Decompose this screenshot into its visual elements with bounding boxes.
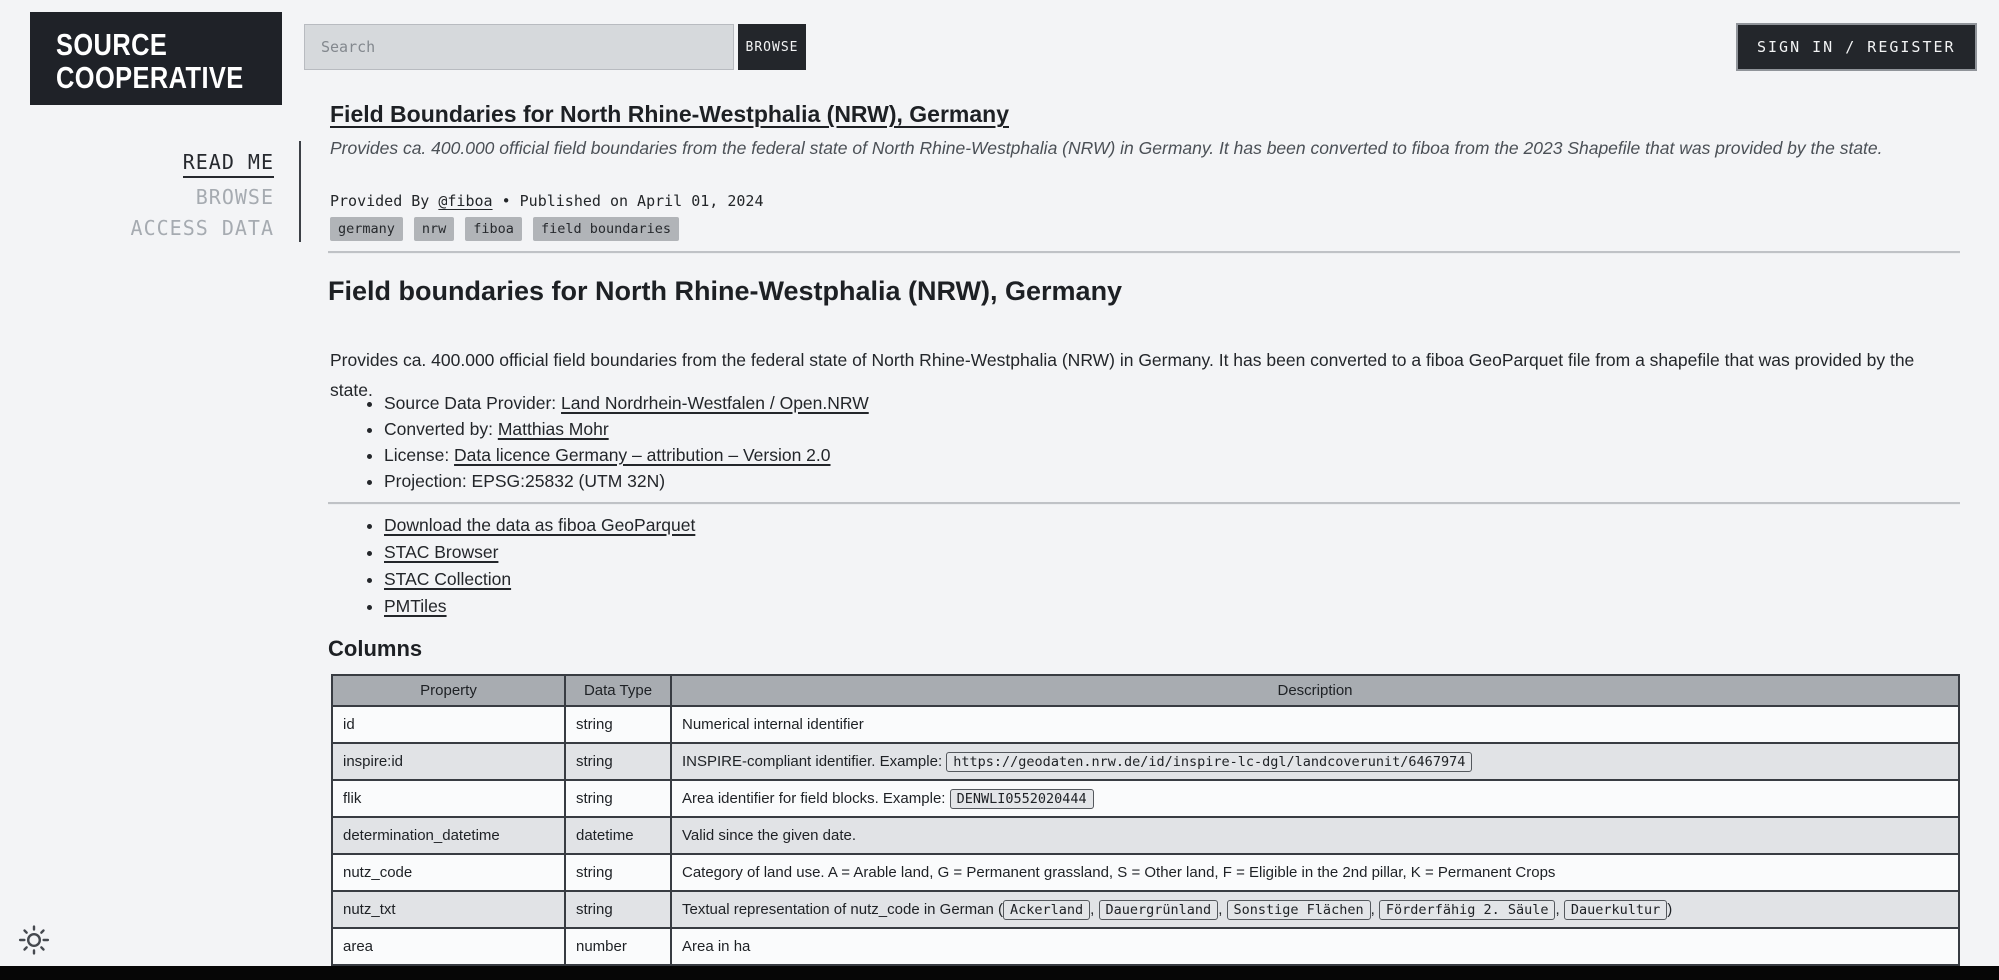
code-chip: https://geodaten.nrw.de/id/inspire-lc-dg… (946, 752, 1472, 772)
provider-link[interactable]: @fiboa (438, 192, 492, 210)
description-cell: Textual representation of nutz_code in G… (671, 891, 1959, 928)
divider-middle (328, 502, 1960, 505)
browse-button[interactable]: BROWSE (738, 24, 806, 70)
data-type-cell: string (565, 780, 671, 817)
table-row: inspire:idstringINSPIRE-compliant identi… (332, 743, 1959, 780)
code-chip: Sonstige Flächen (1227, 900, 1371, 920)
logo-line1: SOURCE (56, 28, 244, 61)
data-type-cell: datetime (565, 817, 671, 854)
published-date: • Published on April 01, 2024 (493, 192, 764, 210)
tag-list: germany nrw fiboa field boundaries (330, 217, 679, 241)
property-cell: id (332, 706, 565, 743)
metadata-list: Source Data Provider: Land Nordrhein-Wes… (330, 390, 869, 494)
list-item: PMTiles (384, 593, 695, 620)
tag-nrw[interactable]: nrw (414, 217, 454, 241)
pmtiles-link[interactable]: PMTiles (384, 596, 447, 616)
property-cell: area (332, 928, 565, 965)
data-type-cell: string (565, 743, 671, 780)
property-cell: inspire:id (332, 743, 565, 780)
list-item: Converted by: Matthias Mohr (384, 416, 869, 442)
columns-heading: Columns (328, 636, 422, 662)
bottom-edge-bar (0, 966, 1999, 980)
list-item: Source Data Provider: Land Nordrhein-Wes… (384, 390, 869, 416)
repository-description: Provides ca. 400.000 official field boun… (330, 137, 1915, 160)
source-data-provider-link[interactable]: Land Nordrhein-Westfalen / Open.NRW (561, 393, 869, 413)
sidebar-item-access-data[interactable]: ACCESS DATA (0, 216, 274, 240)
columns-table: Property Data Type Description idstringN… (331, 674, 1960, 966)
theme-toggle-button[interactable] (16, 923, 52, 959)
table-row: areanumberArea in ha (332, 928, 1959, 965)
table-row: idstringNumerical internal identifier (332, 706, 1959, 743)
table-row: determination_datetimedatetimeValid sinc… (332, 817, 1959, 854)
data-type-cell: string (565, 891, 671, 928)
list-item: Download the data as fiboa GeoParquet (384, 512, 695, 539)
description-cell: Numerical internal identifier (671, 706, 1959, 743)
table-row: nutz_codestringCategory of land use. A =… (332, 854, 1959, 891)
description-cell: INSPIRE-compliant identifier. Example: h… (671, 743, 1959, 780)
property-cell: nutz_txt (332, 891, 565, 928)
columns-table-body: idstringNumerical internal identifierins… (332, 706, 1959, 965)
sidebar-item-browse[interactable]: BROWSE (0, 185, 274, 209)
table-row: flikstringArea identifier for field bloc… (332, 780, 1959, 817)
code-chip: DENWLI0552020444 (950, 789, 1094, 809)
download-geoparquet-link[interactable]: Download the data as fiboa GeoParquet (384, 515, 695, 535)
table-header-row: Property Data Type Description (332, 675, 1959, 706)
tag-field-boundaries[interactable]: field boundaries (533, 217, 679, 241)
data-type-cell: number (565, 928, 671, 965)
data-type-cell: string (565, 706, 671, 743)
description-cell: Category of land use. A = Arable land, G… (671, 854, 1959, 891)
code-chip: Dauerkultur (1564, 900, 1667, 920)
list-item: STAC Browser (384, 539, 695, 566)
stac-collection-link[interactable]: STAC Collection (384, 569, 511, 589)
description-cell: Area in ha (671, 928, 1959, 965)
sign-in-register-button[interactable]: SIGN IN / REGISTER (1736, 23, 1977, 71)
tag-fiboa[interactable]: fiboa (465, 217, 522, 241)
property-cell: flik (332, 780, 565, 817)
property-cell: nutz_code (332, 854, 565, 891)
page: SOURCE COOPERATIVE BROWSE SIGN IN / REGI… (0, 0, 1999, 980)
code-chip: Förderfähig 2. Säule (1379, 900, 1556, 920)
description-cell: Valid since the given date. (671, 817, 1959, 854)
list-item: STAC Collection (384, 566, 695, 593)
code-chip: Ackerland (1003, 900, 1090, 920)
sidebar-item-read-me[interactable]: READ ME (0, 150, 274, 178)
source-cooperative-logo[interactable]: SOURCE COOPERATIVE (30, 12, 282, 105)
table-row: nutz_txtstringTextual representation of … (332, 891, 1959, 928)
code-chip: Dauergrünland (1099, 900, 1219, 920)
property-column-header: Property (332, 675, 565, 706)
repo-meta-divider (299, 141, 301, 242)
download-links-list: Download the data as fiboa GeoParquet ST… (330, 512, 695, 620)
converted-by-link[interactable]: Matthias Mohr (498, 419, 609, 439)
data-type-column-header: Data Type (565, 675, 671, 706)
list-item: License: Data licence Germany – attribut… (384, 442, 869, 468)
license-link[interactable]: Data licence Germany – attribution – Ver… (454, 445, 830, 465)
tag-germany[interactable]: germany (330, 217, 403, 241)
property-cell: determination_datetime (332, 817, 565, 854)
data-type-cell: string (565, 854, 671, 891)
sun-icon (17, 923, 51, 957)
repository-title-link[interactable]: Field Boundaries for North Rhine-Westpha… (330, 101, 1009, 128)
side-navigation: READ ME BROWSE ACCESS DATA (0, 150, 274, 247)
readme-heading: Field boundaries for North Rhine-Westpha… (328, 276, 1122, 307)
description-cell: Area identifier for field blocks. Exampl… (671, 780, 1959, 817)
list-item: Projection: EPSG:25832 (UTM 32N) (384, 468, 869, 494)
provided-by-prefix: Provided By (330, 192, 438, 210)
provided-by-line: Provided By @fiboa • Published on April … (330, 192, 764, 210)
divider-top (328, 251, 1960, 254)
search-input[interactable] (304, 24, 734, 70)
description-column-header: Description (671, 675, 1959, 706)
stac-browser-link[interactable]: STAC Browser (384, 542, 498, 562)
logo-line2: COOPERATIVE (56, 61, 244, 94)
